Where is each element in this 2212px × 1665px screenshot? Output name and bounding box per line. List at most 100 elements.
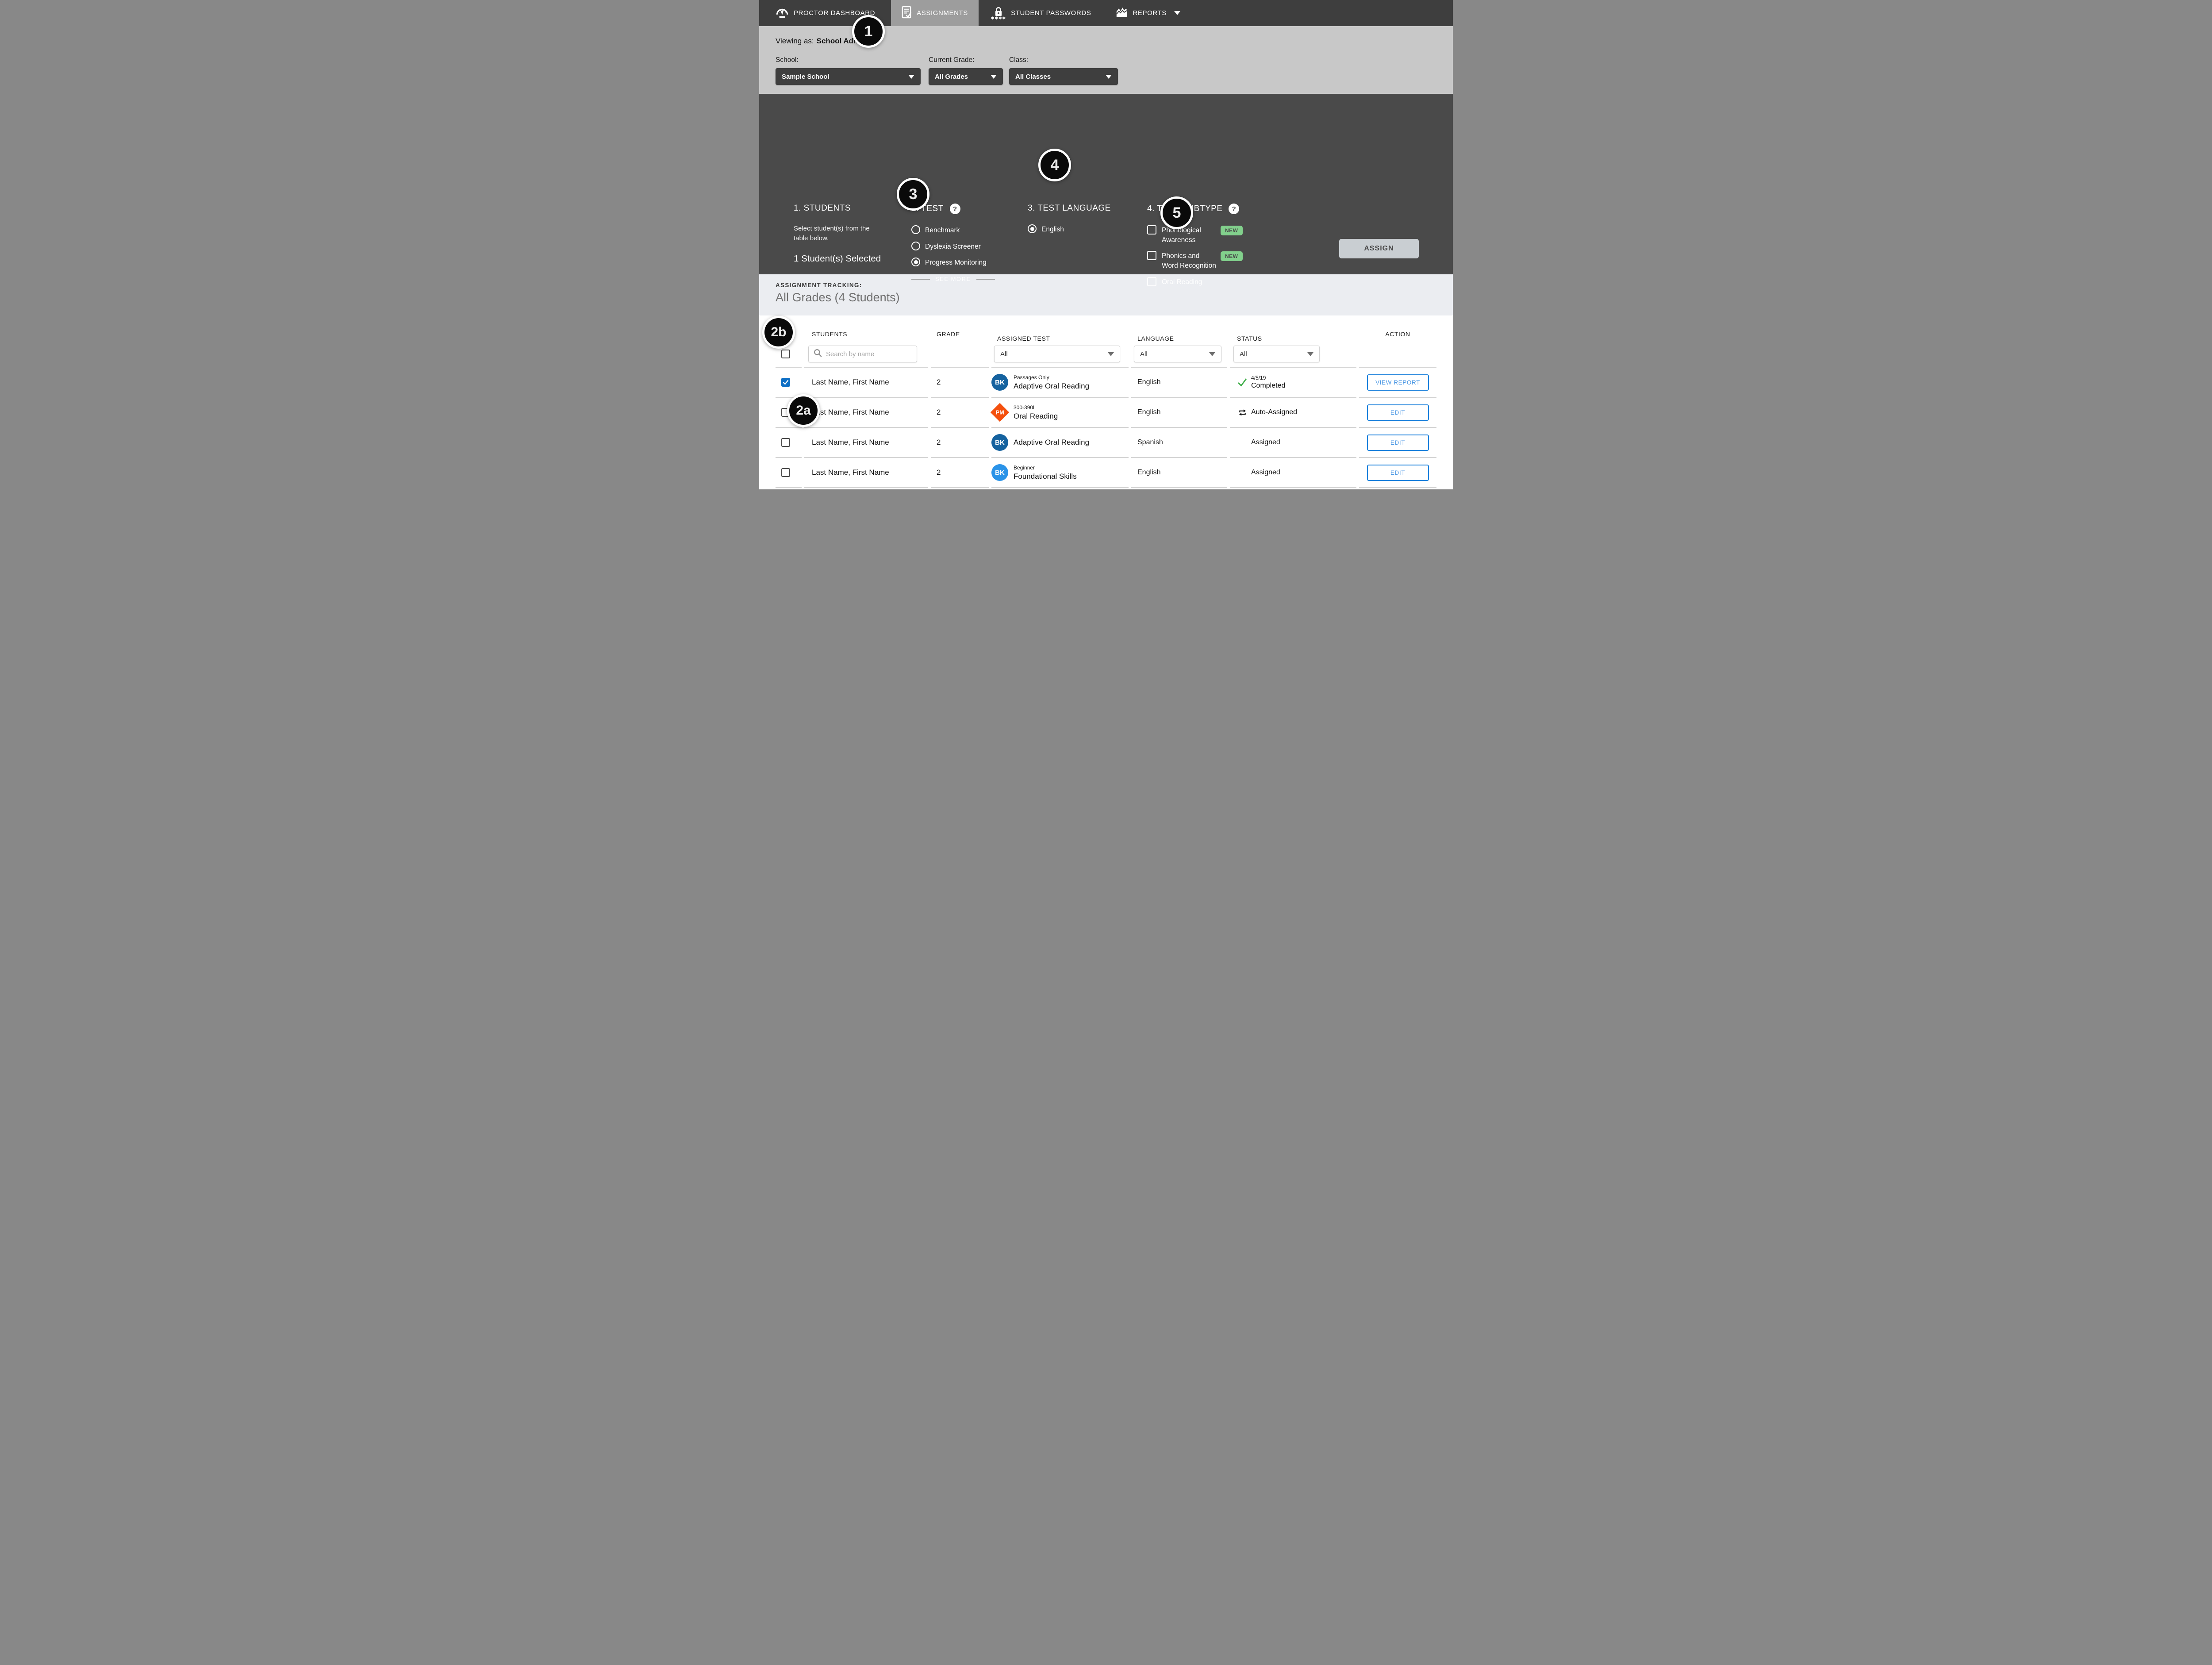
- chevron-down-icon: [908, 75, 914, 79]
- completed-check-icon: [1237, 378, 1248, 387]
- school-filter-label: School:: [776, 56, 921, 64]
- col-header-students: STUDENTS: [804, 331, 928, 338]
- row-language: English: [1131, 368, 1227, 398]
- row-language: English: [1131, 398, 1227, 428]
- student-name: Last Name, First Name: [804, 398, 928, 428]
- edit-button[interactable]: EDIT: [1367, 404, 1429, 421]
- status-date: 4/5/19: [1251, 375, 1285, 381]
- nav-reports[interactable]: REPORTS: [1103, 0, 1192, 26]
- table-row: Last Name, First Name 2 PM 300-390L Oral…: [776, 398, 1436, 428]
- student-name: Last Name, First Name: [804, 368, 928, 398]
- radio-dyslexia-screener[interactable]: Dyslexia Screener: [911, 242, 1004, 252]
- checkbox-phonological-awareness[interactable]: Phonological Awareness NEW: [1147, 225, 1275, 245]
- callout-badge-3: 3: [897, 178, 929, 211]
- chevron-down-icon: [1106, 75, 1112, 79]
- checkbox-icon: [1147, 251, 1156, 260]
- auto-assigned-repeat-icon: [1237, 408, 1248, 417]
- table-header-row: STUDENTS GRADE ASSIGNED TEST LANGUAGE ST…: [776, 315, 1436, 341]
- reports-caret-icon: [1174, 11, 1180, 15]
- school-dropdown-value: Sample School: [782, 73, 830, 81]
- student-name: Last Name, First Name: [804, 428, 928, 458]
- status-label: Auto-Assigned: [1251, 408, 1297, 416]
- assign-button[interactable]: ASSIGN: [1339, 239, 1419, 258]
- see-more-link[interactable]: SEE MORE: [911, 276, 1004, 282]
- callout-badge-2b: 2b: [762, 316, 795, 349]
- edit-button[interactable]: EDIT: [1367, 435, 1429, 451]
- language-filter-dropdown[interactable]: All: [1134, 346, 1221, 362]
- radio-english[interactable]: English: [1028, 224, 1116, 235]
- class-dropdown-value: All Classes: [1015, 73, 1051, 81]
- checkbox-icon: [1147, 225, 1156, 235]
- nav-reports-label: REPORTS: [1133, 9, 1166, 17]
- search-input[interactable]: [826, 350, 912, 358]
- test-title: Foundational Skills: [1014, 472, 1077, 481]
- class-filter-label: Class:: [1009, 56, 1118, 64]
- row-language: English: [1131, 458, 1227, 488]
- radio-progress-monitoring[interactable]: Progress Monitoring: [911, 258, 1004, 268]
- student-grade: 2: [931, 428, 989, 458]
- school-dropdown[interactable]: Sample School: [776, 68, 921, 85]
- subtype-help-icon[interactable]: ?: [1229, 204, 1239, 214]
- col-header-language: LANGUAGE: [1131, 335, 1227, 342]
- chevron-down-icon: [1307, 352, 1313, 356]
- test-subtitle: 300-390L: [1014, 404, 1058, 411]
- edit-button[interactable]: EDIT: [1367, 465, 1429, 481]
- select-all-checkbox[interactable]: [781, 350, 790, 358]
- test-subtitle: Beginner: [1014, 465, 1077, 471]
- status-label: Assigned: [1251, 438, 1280, 446]
- col-header-action: ACTION: [1385, 331, 1410, 338]
- test-subtitle: Passages Only: [1014, 374, 1089, 381]
- checkbox-phonics-word-recognition[interactable]: Phonics and Word Recognition NEW: [1147, 251, 1275, 270]
- search-icon: [814, 349, 822, 359]
- chevron-down-icon: [1108, 352, 1114, 356]
- step-test-language: 3. TEST LANGUAGE English: [1028, 204, 1116, 241]
- divider: [976, 279, 995, 280]
- status-filter-dropdown[interactable]: All: [1233, 346, 1320, 362]
- new-badge: NEW: [1221, 251, 1243, 261]
- view-report-button[interactable]: VIEW REPORT: [1367, 374, 1429, 391]
- class-filter-group: Class: All Classes: [1009, 56, 1118, 85]
- nav-student-passwords[interactable]: ✱✱✱✱ STUDENT PASSWORDS: [979, 0, 1104, 26]
- grade-dropdown[interactable]: All Grades: [929, 68, 1003, 85]
- assign-panel: 1. STUDENTS Select student(s) from the t…: [759, 94, 1453, 274]
- col-header-status: STATUS: [1230, 335, 1356, 342]
- nav-assignments[interactable]: ASSIGNMENTS: [891, 0, 979, 26]
- col-header-assigned-test: ASSIGNED TEST: [991, 335, 1129, 342]
- step-test-language-title: 3. TEST LANGUAGE: [1028, 204, 1116, 213]
- grade-filter-label: Current Grade:: [929, 56, 1003, 64]
- test-badge-bk: BK: [991, 374, 1008, 391]
- table-filter-row: All All All: [776, 341, 1436, 368]
- lock-icon: ✱✱✱✱: [991, 7, 1006, 19]
- test-badge-bk: BK: [991, 434, 1008, 451]
- class-dropdown[interactable]: All Classes: [1009, 68, 1118, 85]
- assignment-clipboard-icon: [902, 6, 912, 21]
- test-badge-bk: BK: [991, 464, 1008, 481]
- callout-badge-2a: 2a: [787, 394, 820, 427]
- row-checkbox[interactable]: [781, 438, 790, 447]
- checkbox-icon: [1147, 277, 1156, 286]
- table-row: Last Name, First Name 2 BK Adaptive Oral…: [776, 428, 1436, 458]
- radio-selected-icon: [1028, 224, 1037, 233]
- row-checkbox-checked[interactable]: [781, 378, 790, 387]
- test-title: Adaptive Oral Reading: [1014, 438, 1089, 447]
- radio-icon: [911, 225, 920, 234]
- row-language: Spanish: [1131, 428, 1227, 458]
- student-grade: 2: [931, 368, 989, 398]
- new-badge: NEW: [1221, 226, 1243, 235]
- assigned-test-filter-dropdown[interactable]: All: [994, 346, 1120, 362]
- app-root: PROCTOR DASHBOARD ASSIGNMENTS: [759, 0, 1453, 489]
- status-label: Completed: [1251, 382, 1285, 390]
- chevron-down-icon: [1209, 352, 1215, 356]
- student-grade: 2: [931, 458, 989, 488]
- nav-assignments-label: ASSIGNMENTS: [917, 9, 968, 17]
- student-grade: 2: [931, 398, 989, 428]
- radio-benchmark[interactable]: Benchmark: [911, 225, 1004, 235]
- row-checkbox[interactable]: [781, 468, 790, 477]
- radio-selected-icon: [911, 258, 920, 266]
- test-help-icon[interactable]: ?: [950, 204, 960, 214]
- nav-student-passwords-label: STUDENT PASSWORDS: [1011, 9, 1091, 17]
- password-stars: ✱✱✱✱: [991, 17, 1006, 19]
- reports-chart-icon: [1116, 7, 1128, 19]
- checkbox-oral-reading[interactable]: Oral Reading: [1147, 277, 1275, 287]
- students-selected-count: 1 Student(s) Selected: [794, 254, 887, 264]
